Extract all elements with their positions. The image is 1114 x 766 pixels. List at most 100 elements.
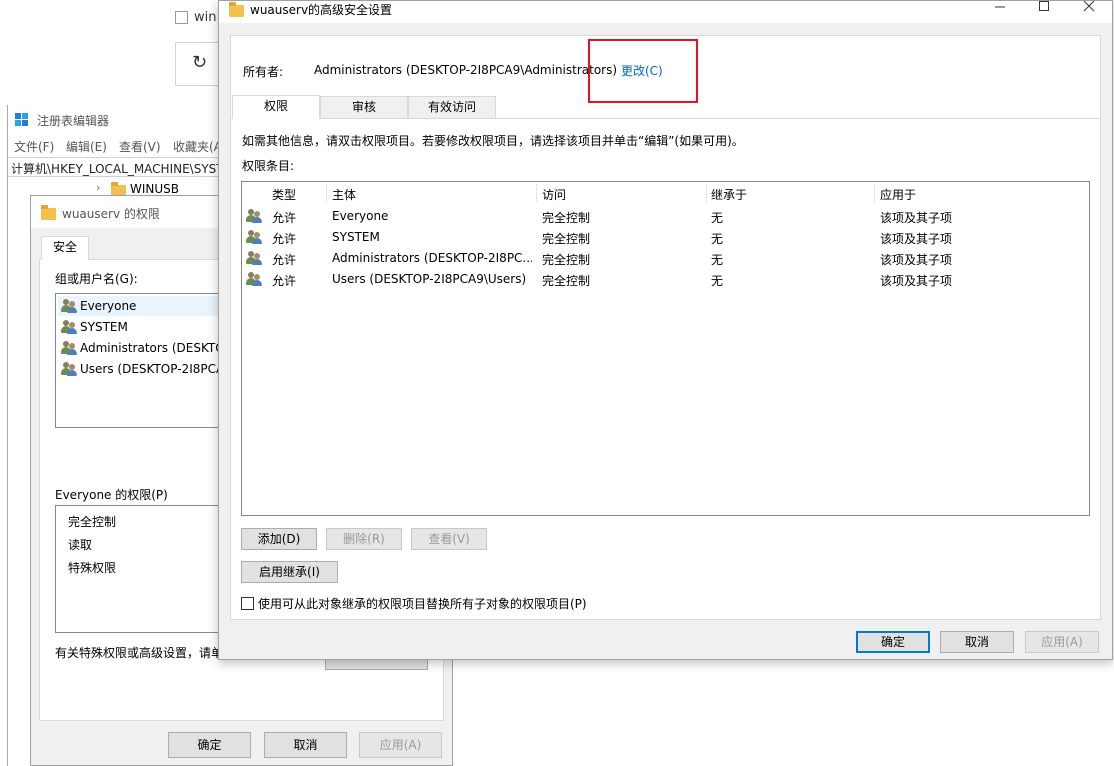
button-label: 取消 — [293, 738, 318, 752]
user-name: Everyone — [80, 299, 137, 313]
cell-inherited: 无 — [711, 253, 724, 267]
tab-label: 审核 — [351, 100, 376, 114]
users-icon — [61, 341, 77, 355]
adv-titlebar: wuauserv的高级安全设置 — [219, 0, 1112, 23]
add-button[interactable]: 添加(D) — [241, 528, 317, 550]
cell-applies: 该项及其子项 — [880, 274, 953, 288]
regedit-title: 注册表编辑器 — [37, 114, 110, 128]
cell-inherited: 无 — [711, 274, 724, 288]
close-icon[interactable] — [1082, 0, 1096, 14]
perm-title: wuauserv 的权限 — [62, 207, 160, 221]
perm-item: 读取 — [68, 538, 93, 552]
entries-label: 权限条目: — [242, 159, 295, 173]
background-window: win1 ↻ — [0, 0, 230, 105]
column-separator — [326, 184, 327, 202]
table-row[interactable]: 允许 Users (DESKTOP-2I8PCA9\Users) 完全控制 无 … — [242, 269, 1089, 290]
replace-child-permissions-checkbox[interactable] — [241, 597, 254, 610]
column-separator — [874, 184, 875, 202]
perm-ok-button[interactable]: 确定 — [168, 732, 251, 758]
cell-type: 允许 — [272, 211, 297, 225]
adv-apply-button[interactable]: 应用(A) — [1025, 631, 1099, 653]
table-row[interactable]: 允许 SYSTEM 完全控制 无 该项及其子项 — [242, 227, 1089, 248]
advanced-security-dialog: wuauserv的高级安全设置 所有者: Administrators (DES… — [218, 0, 1113, 660]
regedit-menubar: 文件(F) 编辑(E) 查看(V) 收藏夹(A) — [8, 135, 238, 155]
enable-inheritance-button[interactable]: 启用继承(I) — [241, 561, 338, 583]
tab-label: 有效访问 — [427, 100, 476, 114]
adv-content: 所有者: Administrators (DESKTOP-2I8PCA9\Adm… — [230, 35, 1101, 620]
tab-effective-access[interactable]: 有效访问 — [408, 96, 496, 118]
folder-icon — [229, 2, 244, 17]
view-button[interactable]: 查看(V) — [411, 528, 487, 550]
replace-child-permissions-label: 使用可从此对象继承的权限项目替换所有子对象的权限项目(P) — [258, 597, 587, 611]
perm-tab-security[interactable]: 安全 — [41, 236, 89, 260]
address-text: 计算机\HKEY_LOCAL_MACHINE\SYST — [11, 162, 223, 176]
column-separator — [536, 184, 537, 202]
info-text: 如需其他信息，请双击权限项目。若要修改权限项目，请选择该项目并单击“编辑”(如果… — [242, 134, 744, 148]
cell-inherited: 无 — [711, 211, 724, 225]
menu-view[interactable]: 查看(V) — [119, 138, 161, 155]
users-icon — [246, 251, 262, 265]
tab-divider — [231, 118, 1100, 119]
highlight-box — [588, 39, 698, 103]
users-icon — [61, 362, 77, 376]
users-icon — [246, 272, 262, 286]
users-icon — [246, 209, 262, 223]
table-row[interactable]: 允许 Everyone 完全控制 无 该项及其子项 — [242, 206, 1089, 227]
tab-label: 权限 — [263, 99, 288, 113]
group-label: 组或用户名(G): — [55, 272, 138, 286]
users-icon — [246, 230, 262, 244]
cell-type: 允许 — [272, 253, 297, 267]
cell-access: 完全控制 — [542, 211, 591, 225]
tab-permissions[interactable]: 权限 — [232, 95, 320, 119]
button-label: 确定 — [197, 738, 222, 752]
button-label: 启用继承(I) — [259, 565, 320, 579]
user-name: Administrators (DESKTO — [80, 341, 225, 355]
button-label: 确定 — [880, 635, 905, 649]
perm-item: 特殊权限 — [68, 561, 117, 575]
perm-tab-label: 安全 — [52, 240, 77, 254]
bg-checkbox[interactable] — [175, 11, 188, 24]
table-header: 类型 主体 访问 继承于 应用于 — [242, 182, 1089, 204]
cell-principal: Users (DESKTOP-2I8PCA9\Users) — [332, 272, 527, 286]
menu-edit[interactable]: 编辑(E) — [66, 138, 107, 155]
regedit-address-bar[interactable]: 计算机\HKEY_LOCAL_MACHINE\SYST — [8, 157, 238, 177]
maximize-icon[interactable] — [1037, 0, 1051, 14]
regedit-app-icon — [15, 113, 29, 127]
button-label: 添加(D) — [257, 532, 301, 546]
remove-button[interactable]: 删除(R) — [326, 528, 402, 550]
col-header-type[interactable]: 类型 — [272, 186, 296, 203]
cell-applies: 该项及其子项 — [880, 211, 953, 225]
footer-note: 有关特殊权限或高级设置，请单 — [55, 646, 224, 660]
minimize-icon[interactable] — [993, 0, 1007, 15]
users-icon — [61, 320, 77, 334]
users-icon — [61, 299, 77, 313]
col-header-applies[interactable]: 应用于 — [880, 186, 916, 203]
regedit-titlebar: 注册表编辑器 — [8, 105, 238, 135]
adv-cancel-button[interactable]: 取消 — [940, 631, 1014, 653]
perm-cancel-button[interactable]: 取消 — [264, 732, 347, 758]
perm-apply-button[interactable]: 应用(A) — [359, 732, 442, 758]
button-label: 应用(A) — [1041, 635, 1083, 649]
button-label: 取消 — [964, 635, 989, 649]
table-row[interactable]: 允许 Administrators (DESKTOP-2I8PC... 完全控制… — [242, 248, 1089, 269]
menu-file[interactable]: 文件(F) — [14, 138, 54, 155]
cell-principal: Everyone — [332, 209, 389, 223]
adv-ok-button[interactable]: 确定 — [856, 631, 930, 653]
tab-audit[interactable]: 审核 — [320, 96, 408, 118]
cell-principal: Administrators (DESKTOP-2I8PC... — [332, 251, 532, 265]
owner-label: 所有者: — [243, 65, 284, 79]
cell-applies: 该项及其子项 — [880, 253, 953, 267]
col-header-principal[interactable]: 主体 — [332, 186, 356, 203]
cell-access: 完全控制 — [542, 232, 591, 246]
cell-type: 允许 — [272, 274, 297, 288]
cell-inherited: 无 — [711, 232, 724, 246]
cell-applies: 该项及其子项 — [880, 232, 953, 246]
col-header-access[interactable]: 访问 — [542, 186, 566, 203]
entries-table[interactable]: 类型 主体 访问 继承于 应用于 允许 Everyone 完全控制 无 该项及其… — [241, 181, 1090, 516]
chevron-right-icon: › — [96, 181, 101, 194]
tree-item-label: WINUSB — [130, 182, 180, 196]
cell-type: 允许 — [272, 232, 297, 246]
col-header-inherited[interactable]: 继承于 — [711, 186, 747, 203]
cell-access: 完全控制 — [542, 274, 591, 288]
cell-access: 完全控制 — [542, 253, 591, 267]
